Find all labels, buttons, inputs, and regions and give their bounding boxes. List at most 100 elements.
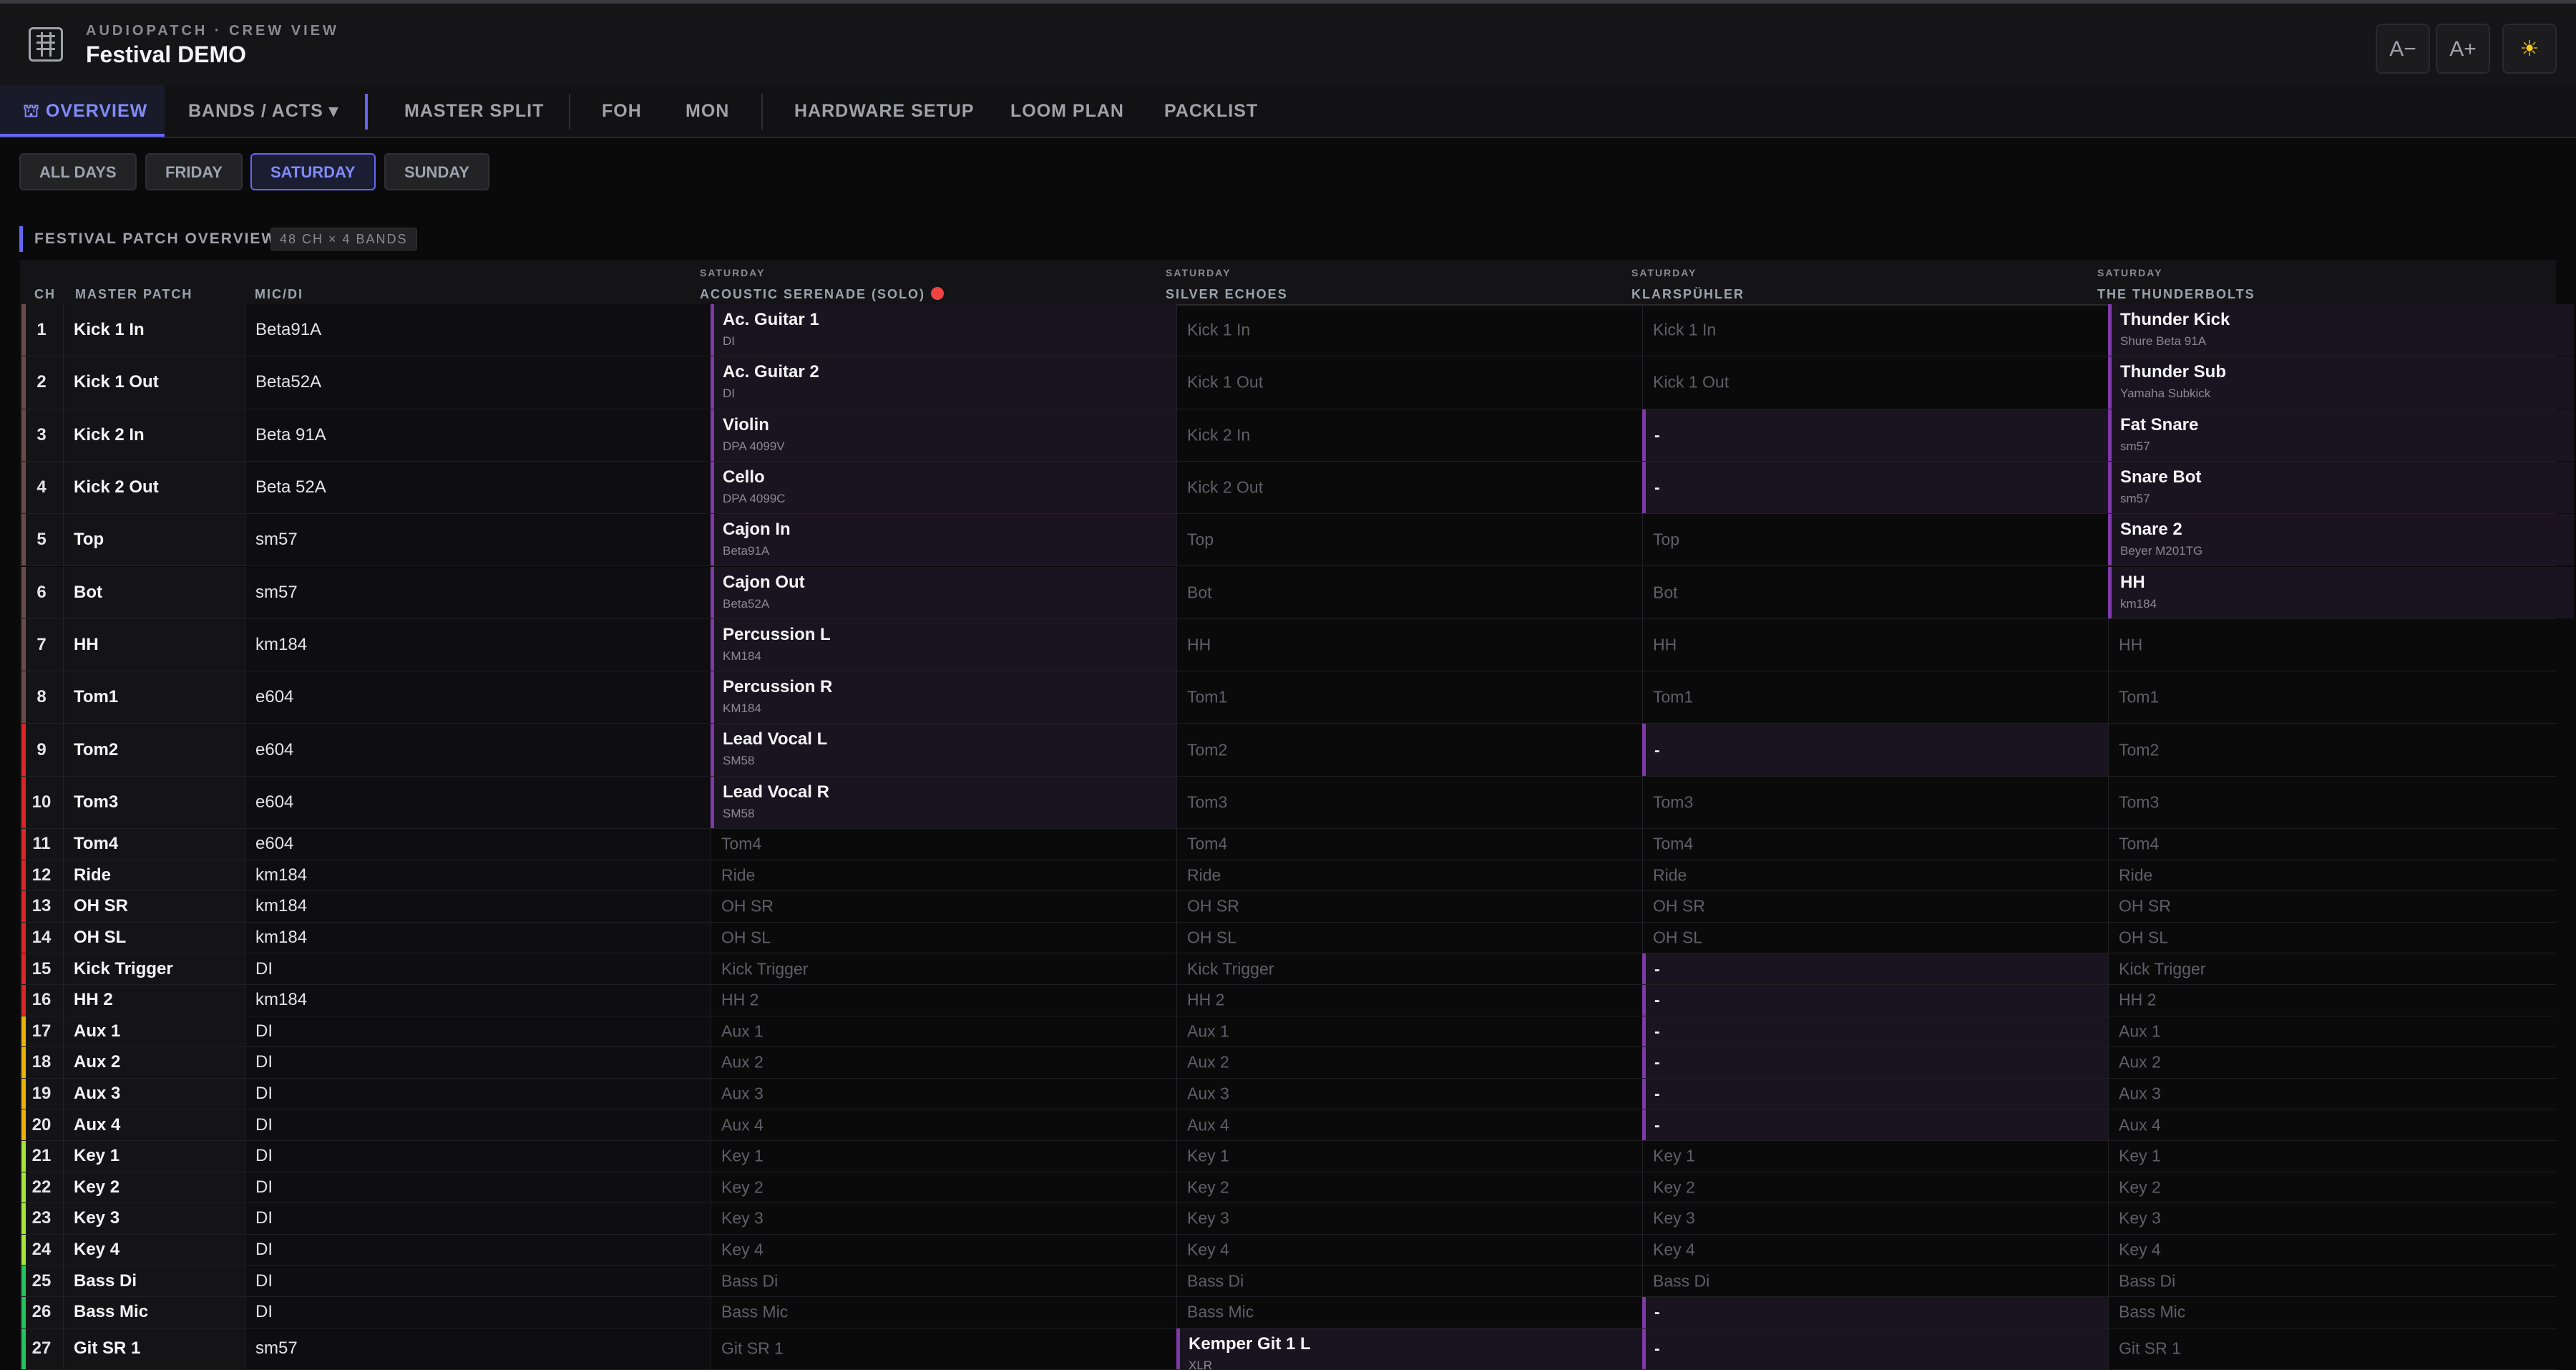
band-1-channel-cell[interactable]: Cello DPA 4099C xyxy=(711,461,1176,514)
band-4-channel-cell[interactable]: Key 3 xyxy=(2108,1203,2574,1234)
band-3-channel-cell[interactable]: - xyxy=(1642,409,2108,461)
mic-di-cell[interactable]: km184 xyxy=(245,985,711,1016)
band-2-channel-cell[interactable]: Bass Di xyxy=(1176,1265,1642,1296)
mic-di-cell[interactable]: sm57 xyxy=(245,1328,711,1369)
tab-bands-acts[interactable]: BANDS / ACTS ▾ xyxy=(188,85,338,137)
band-1-channel-cell[interactable]: Lead Vocal L SM58 xyxy=(711,724,1176,776)
master-patch-cell[interactable]: Bot xyxy=(63,566,245,618)
table-row[interactable]: 13 OH SR km184 OH SR OH SR OH SR OH SR xyxy=(20,891,2556,923)
mic-di-cell[interactable]: DI xyxy=(245,1047,711,1078)
table-row[interactable]: 14 OH SL km184 OH SL OH SL OH SL OH SL xyxy=(20,922,2556,954)
table-row[interactable]: 17 Aux 1 DI Aux 1 Aux 1 - Aux 1 xyxy=(20,1016,2556,1048)
band-2-channel-cell[interactable]: Aux 1 xyxy=(1176,1016,1642,1047)
band-1-channel-cell[interactable]: OH SR xyxy=(711,891,1176,922)
band-1-channel-cell[interactable]: Percussion R KM184 xyxy=(711,671,1176,724)
band-2-channel-cell[interactable]: OH SL xyxy=(1176,922,1642,953)
band-2-channel-cell[interactable]: HH xyxy=(1176,618,1642,671)
table-row[interactable]: 15 Kick Trigger DI Kick Trigger Kick Trigger… xyxy=(20,953,2556,985)
band-3-channel-cell[interactable]: - xyxy=(1642,985,2108,1016)
table-row[interactable]: 4 Kick 2 Out Beta 52A Cello DPA 4099C Kick 2 … xyxy=(20,461,2574,515)
band-1-channel-cell[interactable]: Violin DPA 4099V xyxy=(711,409,1176,461)
table-row[interactable]: 6 Bot sm57 Cajon Out Beta52A Bot Bot HH km184 xyxy=(20,566,2574,619)
band-2-channel-cell[interactable]: Aux 2 xyxy=(1176,1047,1642,1078)
band-2-channel-cell[interactable]: HH 2 xyxy=(1176,985,1642,1016)
tab-mon[interactable]: MON xyxy=(686,85,729,137)
band-2-channel-cell[interactable]: Tom2 xyxy=(1176,724,1642,776)
master-patch-cell[interactable]: Kick 2 In xyxy=(63,409,245,461)
band-2-channel-cell[interactable]: Kick 1 Out xyxy=(1176,356,1642,409)
band-2-channel-cell[interactable]: Kemper Git 1 L XLR xyxy=(1176,1328,1642,1369)
band-4-channel-cell[interactable]: OH SR xyxy=(2108,891,2574,922)
master-patch-cell[interactable]: Key 2 xyxy=(63,1172,245,1203)
table-row[interactable]: 12 Ride km184 Ride Ride Ride Ride xyxy=(20,860,2556,892)
band-3-channel-cell[interactable]: Key 2 xyxy=(1642,1172,2108,1203)
band-2-channel-cell[interactable]: OH SR xyxy=(1176,891,1642,922)
table-row[interactable]: 19 Aux 3 DI Aux 3 Aux 3 - Aux 3 xyxy=(20,1078,2556,1110)
band-4-channel-cell[interactable]: Git SR 1 xyxy=(2108,1328,2574,1369)
band-3-channel-cell[interactable]: Ride xyxy=(1642,860,2108,891)
tab-overview[interactable]: ⛫ OVERVIEW xyxy=(0,85,165,137)
band-4-channel-cell[interactable]: Aux 4 xyxy=(2108,1109,2574,1140)
table-row[interactable]: 11 Tom4 e604 Tom4 Tom4 Tom4 Tom4 xyxy=(20,829,2556,860)
mic-di-cell[interactable]: e604 xyxy=(245,724,711,776)
master-patch-cell[interactable]: Tom3 xyxy=(63,776,245,828)
band-2-channel-cell[interactable]: Tom3 xyxy=(1176,776,1642,828)
table-row[interactable]: 2 Kick 1 Out Beta52A Ac. Guitar 2 DI Kick 1 O… xyxy=(20,356,2574,409)
day-filter-saturday[interactable]: SATURDAY xyxy=(250,153,376,190)
master-patch-cell[interactable]: OH SR xyxy=(63,891,245,922)
table-row[interactable]: 27 Git SR 1 sm57 Git SR 1 Kemper Git 1 L XLR -… xyxy=(20,1328,2556,1370)
band-4-channel-cell[interactable]: Bass Mic xyxy=(2108,1297,2574,1328)
mic-di-cell[interactable]: DI xyxy=(245,1265,711,1296)
band-1-channel-cell[interactable]: OH SL xyxy=(711,922,1176,953)
band-3-channel-cell[interactable]: Key 1 xyxy=(1642,1141,2108,1172)
master-patch-cell[interactable]: Kick 1 Out xyxy=(63,356,245,409)
band-4-channel-cell[interactable]: Tom3 xyxy=(2108,776,2574,828)
band-2-channel-cell[interactable]: Key 4 xyxy=(1176,1234,1642,1265)
band-4-channel-cell[interactable]: HH 2 xyxy=(2108,985,2574,1016)
band-1-channel-cell[interactable]: Aux 1 xyxy=(711,1016,1176,1047)
band-1-channel-cell[interactable]: Key 4 xyxy=(711,1234,1176,1265)
band-2-channel-cell[interactable]: Key 1 xyxy=(1176,1141,1642,1172)
band-2-channel-cell[interactable]: Tom4 xyxy=(1176,829,1642,860)
master-patch-cell[interactable]: Git SR 1 xyxy=(63,1328,245,1369)
band-4-channel-cell[interactable]: OH SL xyxy=(2108,922,2574,953)
band-3-channel-cell[interactable]: - xyxy=(1642,1078,2108,1109)
mic-di-cell[interactable]: Beta91A xyxy=(245,304,711,356)
mic-di-cell[interactable]: Beta52A xyxy=(245,356,711,409)
band-1-channel-cell[interactable]: Cajon Out Beta52A xyxy=(711,566,1176,618)
master-patch-cell[interactable]: Tom4 xyxy=(63,829,245,860)
table-row[interactable]: 8 Tom1 e604 Percussion R KM184 Tom1 Tom1 Tom1 xyxy=(20,671,2556,724)
table-row[interactable]: 23 Key 3 DI Key 3 Key 3 Key 3 Key 3 xyxy=(20,1203,2556,1235)
band-4-channel-cell[interactable]: Snare 2 Beyer M201TG xyxy=(2108,514,2574,566)
band-1-channel-cell[interactable]: Cajon In Beta91A xyxy=(711,514,1176,566)
master-patch-cell[interactable]: Tom2 xyxy=(63,724,245,776)
band-4-channel-cell[interactable]: Aux 2 xyxy=(2108,1047,2574,1078)
mic-di-cell[interactable]: DI xyxy=(245,1172,711,1203)
band-1-channel-cell[interactable]: Bass Di xyxy=(711,1265,1176,1296)
mic-di-cell[interactable]: km184 xyxy=(245,922,711,953)
band-1-channel-cell[interactable]: Lead Vocal R SM58 xyxy=(711,776,1176,828)
band-1-channel-cell[interactable]: Aux 2 xyxy=(711,1047,1176,1078)
band-2-channel-cell[interactable]: Top xyxy=(1176,514,1642,566)
band-1-channel-cell[interactable]: Kick Trigger xyxy=(711,953,1176,984)
band-3-channel-cell[interactable]: - xyxy=(1642,1047,2108,1078)
master-patch-cell[interactable]: Aux 3 xyxy=(63,1078,245,1109)
master-patch-cell[interactable]: HH 2 xyxy=(63,985,245,1016)
band-3-channel-cell[interactable]: - xyxy=(1642,953,2108,984)
master-patch-cell[interactable]: Aux 4 xyxy=(63,1109,245,1140)
table-row[interactable]: 18 Aux 2 DI Aux 2 Aux 2 - Aux 2 xyxy=(20,1047,2556,1079)
band-3-channel-cell[interactable]: - xyxy=(1642,1328,2108,1369)
band-3-channel-cell[interactable]: - xyxy=(1642,1297,2108,1328)
mic-di-cell[interactable]: sm57 xyxy=(245,514,711,566)
band-2-channel-cell[interactable]: Bass Mic xyxy=(1176,1297,1642,1328)
band-3-channel-cell[interactable]: - xyxy=(1642,1016,2108,1047)
tab-packlist[interactable]: PACKLIST xyxy=(1164,85,1258,137)
master-patch-cell[interactable]: Ride xyxy=(63,860,245,891)
mic-di-cell[interactable]: e604 xyxy=(245,829,711,860)
table-row[interactable]: 1 Kick 1 In Beta91A Ac. Guitar 1 DI Kick 1 In… xyxy=(20,304,2574,357)
master-patch-cell[interactable]: Key 3 xyxy=(63,1203,245,1234)
band-3-channel-cell[interactable]: - xyxy=(1642,724,2108,776)
band-3-channel-cell[interactable]: Bass Di xyxy=(1642,1265,2108,1296)
band-2-channel-cell[interactable]: Kick 2 In xyxy=(1176,409,1642,461)
band-4-channel-cell[interactable]: Tom1 xyxy=(2108,671,2574,724)
